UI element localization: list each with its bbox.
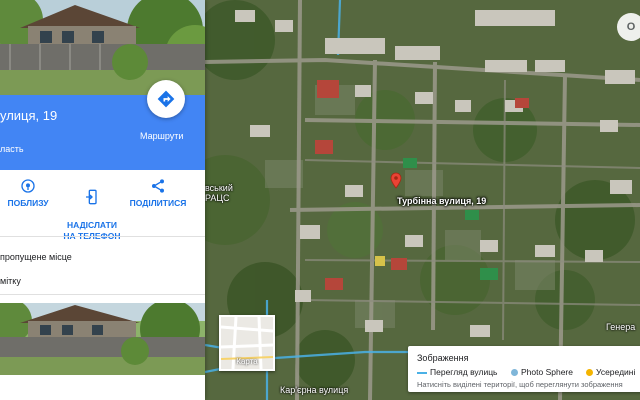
legend-item-street-view: Перегляд вулиць <box>417 367 498 377</box>
legend-item-label: Photo Sphere <box>521 367 573 377</box>
nearby-button[interactable]: ПОБЛИЗУ <box>0 178 56 209</box>
house-photo-image <box>0 0 205 95</box>
street-view-line-icon <box>417 371 427 374</box>
legend-item-label: Перегляд вулиць <box>430 367 498 377</box>
place-panel: улиця, 19 ласть Маршрути ПОБЛИЗУ НАДІСЛА… <box>0 0 205 400</box>
add-label-link[interactable]: мітку <box>0 276 21 286</box>
legend-hint: Натисніть виділені території, щоб перегл… <box>417 380 623 389</box>
share-icon <box>152 179 164 193</box>
pin-label[interactable]: Турбінна вулиця, 19 <box>397 196 486 206</box>
directions-button[interactable] <box>147 80 185 118</box>
divider <box>0 294 205 295</box>
divider <box>0 236 205 237</box>
nearby-label: ПОБЛИЗУ <box>7 198 49 208</box>
place-region: ласть <box>0 144 24 154</box>
send-to-phone-button[interactable]: НАДІСЛАТИ НА ТЕЛЕФОН <box>62 178 122 242</box>
house-photo-image <box>0 303 205 375</box>
legend-title: Зображення <box>417 353 469 363</box>
legend-item-indoor: Усередині <box>586 367 635 377</box>
poi-label-line1: вський <box>205 183 233 193</box>
map-type-label: Карта <box>236 357 258 366</box>
location-icon <box>21 179 35 193</box>
imagery-legend: Зображення Перегляд вулиць Photo Sphere … <box>408 346 640 392</box>
compass-badge[interactable]: O <box>617 13 640 41</box>
street-label-right: Генера <box>606 322 636 332</box>
photo-sphere-dot-icon <box>511 369 518 377</box>
share-label: ПОДІЛИТИСЯ <box>129 198 187 208</box>
share-button[interactable]: ПОДІЛИТИСЯ <box>128 178 188 209</box>
send-to-phone-icon <box>86 189 97 205</box>
action-row: ПОБЛИЗУ НАДІСЛАТИ НА ТЕЛЕФОН ПОДІЛИТИСЯ <box>0 178 205 241</box>
send-to-phone-label: НАДІСЛАТИ НА ТЕЛЕФОН <box>63 220 121 241</box>
place-photo[interactable] <box>0 0 205 95</box>
directions-icon <box>157 90 175 108</box>
poi-label-line2: РАЦС <box>205 193 230 203</box>
directions-label[interactable]: Маршрути <box>140 131 183 141</box>
map-type-toggle[interactable]: Карта <box>219 315 275 371</box>
indoor-dot-icon <box>586 369 593 377</box>
legend-item-label: Усередині <box>596 367 636 377</box>
place-address: улиця, 19 <box>0 108 58 123</box>
poi-label[interactable]: вський РАЦС <box>205 183 233 203</box>
photo-thumbnail[interactable] <box>0 303 205 375</box>
legend-item-photo-sphere: Photo Sphere <box>511 367 573 377</box>
add-missing-place-link[interactable]: пропущене місце <box>0 252 72 262</box>
street-label-bottom: Кар'єрна вулиця <box>280 385 349 395</box>
